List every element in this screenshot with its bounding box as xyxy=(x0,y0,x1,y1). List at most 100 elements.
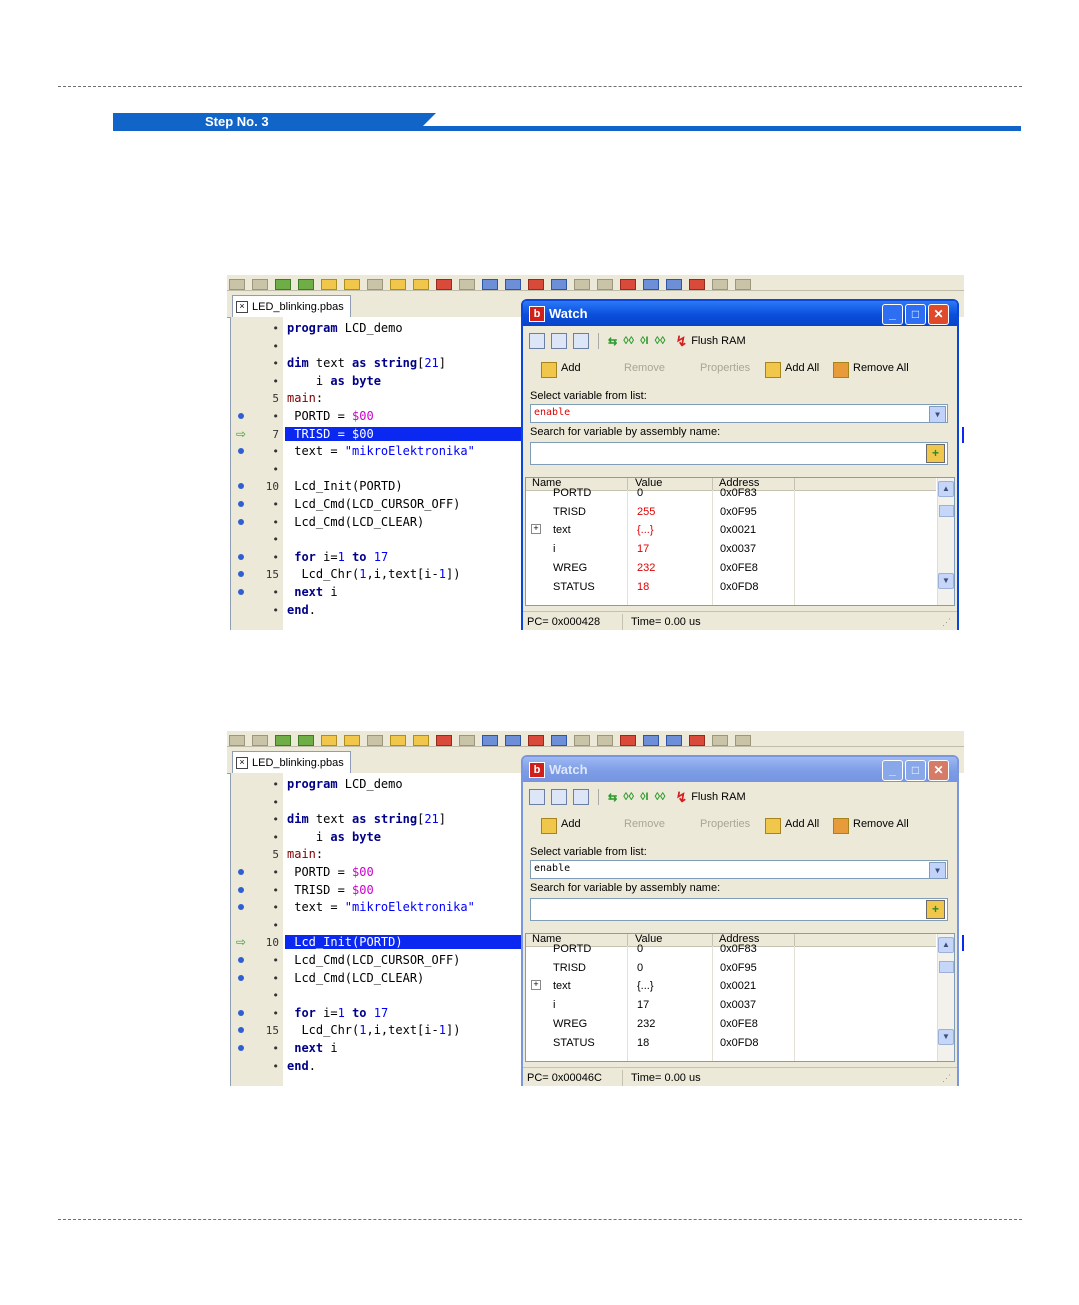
toolbar-button-icon[interactable] xyxy=(620,735,636,746)
add-icon[interactable] xyxy=(541,818,557,834)
table-row[interactable]: TRISD 0 0x0F95 xyxy=(526,960,936,979)
toolbar-button-icon[interactable] xyxy=(482,735,498,746)
toolbar-button-icon[interactable] xyxy=(298,279,314,290)
chevron-down-icon[interactable]: ▼ xyxy=(929,406,946,423)
resize-grip-icon[interactable]: ⋰ xyxy=(942,1073,951,1084)
toolbar-button-icon[interactable] xyxy=(574,735,590,746)
breakpoint-dot-icon[interactable] xyxy=(238,553,244,560)
breakpoint-dot-icon[interactable] xyxy=(238,974,244,981)
breakpoint-dot-icon[interactable] xyxy=(238,1027,244,1034)
table-row[interactable]: TRISD 255 0x0F95 xyxy=(526,504,936,523)
remove-all-icon[interactable] xyxy=(833,362,849,378)
breakpoint-dot-icon[interactable] xyxy=(238,957,244,963)
maximize-button[interactable]: □ xyxy=(905,760,926,781)
toolbar-button-icon[interactable] xyxy=(689,279,705,290)
close-button[interactable]: ✕ xyxy=(928,760,949,781)
step-over-icon[interactable] xyxy=(551,333,567,349)
add-icon[interactable] xyxy=(541,362,557,378)
toolbar-button-icon[interactable] xyxy=(482,279,498,290)
breakpoint-dot-icon[interactable] xyxy=(238,886,244,893)
toolbar-button-icon[interactable] xyxy=(666,735,682,746)
toolbar-button-icon[interactable] xyxy=(574,279,590,290)
expand-icon[interactable]: + xyxy=(531,980,541,991)
toolbar-button-icon[interactable] xyxy=(390,735,406,746)
step-into-icon[interactable] xyxy=(529,789,545,805)
properties-button[interactable]: Properties xyxy=(700,362,750,374)
toolbar-button-icon[interactable] xyxy=(528,735,544,746)
toolbar-button-icon[interactable] xyxy=(620,279,636,290)
close-tab-icon[interactable]: × xyxy=(236,300,248,313)
toolbar-button-icon[interactable] xyxy=(459,735,475,746)
toolbar-button-icon[interactable] xyxy=(436,735,452,746)
search-add-icon[interactable]: + xyxy=(926,444,945,463)
variable-select[interactable]: enable ▼ xyxy=(530,860,948,879)
toolbar-button-icon[interactable] xyxy=(275,279,291,290)
toolbar-button-icon[interactable] xyxy=(344,279,360,290)
add-button[interactable]: Add xyxy=(561,362,581,374)
scroll-up-icon[interactable]: ▲ xyxy=(938,937,954,953)
toolbar-button-icon[interactable] xyxy=(505,735,521,746)
flush-ram-button[interactable]: ↯ Flush RAM xyxy=(675,789,745,806)
toolbar-button-icon[interactable] xyxy=(712,735,728,746)
remove-all-icon[interactable] xyxy=(833,818,849,834)
toolbar-button-icon[interactable] xyxy=(275,735,291,746)
toolbar-button-icon[interactable] xyxy=(252,735,268,746)
step-icon[interactable]: ◊◊ xyxy=(623,335,634,347)
toolbar-button-icon[interactable] xyxy=(436,279,452,290)
toolbar-button-icon[interactable] xyxy=(551,279,567,290)
scroll-up-icon[interactable]: ▲ xyxy=(938,481,954,497)
toolbar-button-icon[interactable] xyxy=(505,279,521,290)
table-row[interactable]: + text {...} 0x0021 xyxy=(526,978,936,997)
resize-grip-icon[interactable]: ⋰ xyxy=(942,617,951,628)
breakpoint-dot-icon[interactable] xyxy=(238,571,244,578)
toolbar-button-icon[interactable] xyxy=(229,735,245,746)
toolbar-button-icon[interactable] xyxy=(528,279,544,290)
scroll-down-icon[interactable]: ▼ xyxy=(938,1029,954,1045)
toolbar-button-icon[interactable] xyxy=(367,735,383,746)
scroll-thumb[interactable] xyxy=(939,961,954,973)
breakpoint-dot-icon[interactable] xyxy=(238,518,244,525)
toolbar-button-icon[interactable] xyxy=(413,279,429,290)
add-all-button[interactable]: Add All xyxy=(785,362,819,374)
breakpoint-dot-icon[interactable] xyxy=(238,413,244,419)
run-icon[interactable]: ⇆ xyxy=(608,335,617,348)
run-icon[interactable]: ⇆ xyxy=(608,791,617,804)
step-out-icon[interactable] xyxy=(573,333,589,349)
minimize-button[interactable]: _ xyxy=(882,760,903,781)
breakpoint-dot-icon[interactable] xyxy=(238,448,244,455)
scroll-down-icon[interactable]: ▼ xyxy=(938,573,954,589)
toolbar-button-icon[interactable] xyxy=(643,735,659,746)
toolbar-button-icon[interactable] xyxy=(367,279,383,290)
toolbar-button-icon[interactable] xyxy=(735,279,751,290)
flush-ram-button[interactable]: ↯ Flush RAM xyxy=(675,333,745,350)
step-icon[interactable]: ◊◊ xyxy=(623,791,634,803)
breakpoint-dot-icon[interactable] xyxy=(238,589,244,595)
toggle-icon[interactable]: ◊◊ xyxy=(655,791,666,803)
breakpoint-dot-icon[interactable] xyxy=(238,904,244,911)
table-row[interactable]: i 17 0x0037 xyxy=(526,541,936,560)
toolbar-button-icon[interactable] xyxy=(551,735,567,746)
table-row[interactable]: STATUS 18 0x0FD8 xyxy=(526,579,936,598)
toolbar-button-icon[interactable] xyxy=(252,279,268,290)
maximize-button[interactable]: □ xyxy=(905,304,926,325)
add-all-button[interactable]: Add All xyxy=(785,818,819,830)
table-row[interactable]: + text {...} 0x0021 xyxy=(526,522,936,541)
toolbar-button-icon[interactable] xyxy=(390,279,406,290)
step-over-icon[interactable] xyxy=(551,789,567,805)
toolbar-button-icon[interactable] xyxy=(643,279,659,290)
minimize-button[interactable]: _ xyxy=(882,304,903,325)
table-row[interactable]: PORTD 0 0x0F83 xyxy=(526,941,936,960)
toolbar-button-icon[interactable] xyxy=(735,735,751,746)
table-row[interactable]: WREG 232 0x0FE8 xyxy=(526,1016,936,1035)
toolbar-button-icon[interactable] xyxy=(597,279,613,290)
toolbar-button-icon[interactable] xyxy=(413,735,429,746)
remove-button[interactable]: Remove xyxy=(624,818,665,830)
scroll-thumb[interactable] xyxy=(939,505,954,517)
table-row[interactable]: i 17 0x0037 xyxy=(526,997,936,1016)
run-to-cursor-icon[interactable]: ◊I xyxy=(640,791,649,803)
add-button[interactable]: Add xyxy=(561,818,581,830)
chevron-down-icon[interactable]: ▼ xyxy=(929,862,946,879)
toolbar-button-icon[interactable] xyxy=(712,279,728,290)
toolbar-button-icon[interactable] xyxy=(321,735,337,746)
remove-all-button[interactable]: Remove All xyxy=(853,818,909,830)
